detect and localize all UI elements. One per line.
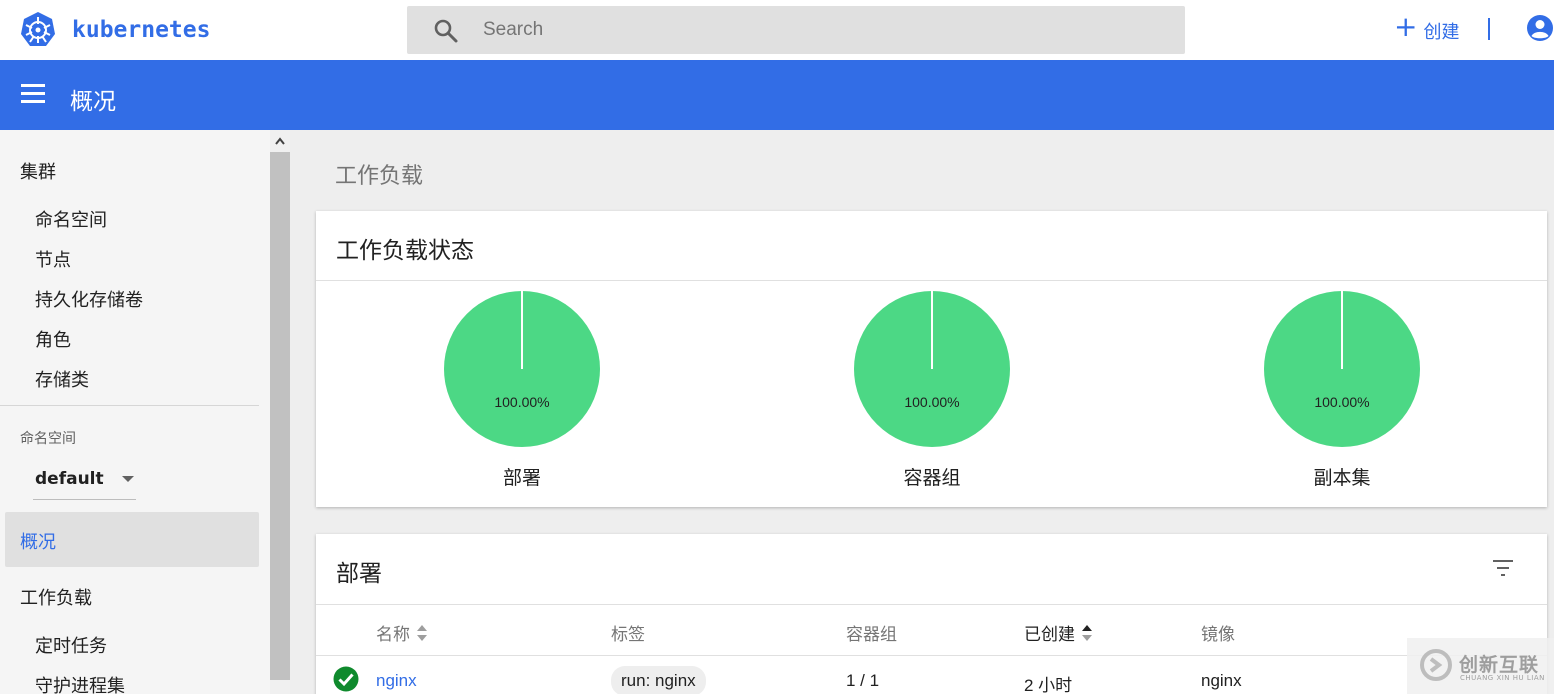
pie-chart-deployments[interactable]: 100.00% 部署 (442, 289, 602, 489)
search-input[interactable] (483, 6, 1163, 54)
pie-graphic (854, 291, 1010, 447)
column-header-pods: 容器组 (846, 625, 897, 645)
column-label: 已创建 (1024, 625, 1075, 645)
column-header-labels: 标签 (611, 625, 645, 645)
brand[interactable]: kubernetes (19, 11, 210, 49)
sidebar-item-label: 概况 (20, 532, 56, 553)
chevron-up-icon[interactable] (274, 136, 286, 146)
menu-icon[interactable] (21, 84, 45, 104)
sidebar-item-namespaces[interactable]: 命名空间 (35, 206, 107, 232)
sort-icon[interactable] (1081, 624, 1093, 642)
column-header-images: 镜像 (1201, 625, 1235, 645)
pie-chart-replicasets[interactable]: 100.00% 副本集 (1262, 289, 1422, 489)
search-icon (434, 19, 458, 43)
card-divider (316, 280, 1547, 281)
watermark-text: 创新互联 (1459, 654, 1540, 676)
label-chip: run: nginx (611, 666, 706, 694)
watermark: 创新互联 CHUANG XIN HU LIAN (1407, 638, 1554, 694)
page-header: 概况 (0, 60, 1554, 130)
workload-status-card: 工作负载状态 100.00% 部署 100.00% 容器组 100.00% 副本… (316, 211, 1547, 507)
deployments-card: 部署 名称 标签 容器组 已创建 镜像 nginx run: nginx 1 /… (316, 534, 1547, 694)
sidebar-section-workloads[interactable]: 工作负载 (20, 584, 92, 610)
account-icon[interactable] (1526, 14, 1554, 42)
pie-chart-pods[interactable]: 100.00% 容器组 (852, 289, 1012, 489)
section-title: 工作负载 (335, 164, 424, 189)
card-divider (316, 604, 1547, 605)
deployment-name-link[interactable]: nginx (376, 671, 417, 691)
create-label: 创建 (1423, 22, 1460, 43)
search-bar[interactable] (407, 6, 1185, 54)
sidebar-item-roles[interactable]: 角色 (35, 326, 71, 352)
top-bar: kubernetes + 创建 (0, 0, 1554, 60)
kubernetes-logo-icon (21, 12, 55, 46)
sidebar-item-nodes[interactable]: 节点 (35, 246, 71, 272)
sidebar-divider (0, 405, 259, 406)
pie-label: 部署 (502, 467, 541, 489)
pods-count: 1 / 1 (846, 671, 880, 690)
watermark-subtext: CHUANG XIN HU LIAN (1460, 674, 1545, 682)
sidebar-item-storage-classes[interactable]: 存储类 (35, 366, 89, 392)
pie-percent: 100.00% (494, 394, 550, 410)
sidebar-item-cronjobs[interactable]: 定时任务 (35, 632, 107, 658)
pie-percent: 100.00% (904, 394, 960, 410)
namespace-value: default (35, 469, 104, 489)
image-name: nginx (1201, 671, 1242, 690)
sidebar-scrollbar[interactable] (270, 130, 290, 694)
pie-label: 副本集 (1313, 467, 1371, 489)
filter-icon[interactable] (1491, 558, 1515, 578)
column-header-created[interactable]: 已创建 (1024, 620, 1093, 645)
sidebar-section-cluster[interactable]: 集群 (20, 158, 56, 184)
sidebar: 集群 命名空间 节点 持久化存储卷 角色 存储类 命名空间 default 概况… (0, 130, 270, 694)
card-title: 部署 (336, 561, 382, 587)
column-label: 名称 (376, 625, 410, 645)
sidebar-item-daemonsets[interactable]: 守护进程集 (35, 672, 125, 694)
pie-percent: 100.00% (1314, 394, 1370, 410)
namespace-label: 命名空间 (20, 431, 76, 447)
check-circle-icon (333, 666, 359, 692)
chevron-down-icon (122, 476, 134, 482)
namespace-select[interactable]: default (33, 460, 136, 500)
page-title: 概况 (70, 89, 116, 115)
sort-icon[interactable] (416, 624, 428, 642)
column-header-name[interactable]: 名称 (376, 620, 428, 645)
pie-graphic (1264, 291, 1420, 447)
card-title: 工作负载状态 (336, 238, 474, 264)
watermark-logo-icon (1420, 649, 1452, 681)
toolbar-divider (1488, 18, 1490, 40)
row-divider (316, 655, 1547, 656)
pie-graphic (444, 291, 600, 447)
pie-label: 容器组 (903, 467, 961, 489)
brand-name: kubernetes (72, 17, 211, 43)
sidebar-item-overview[interactable]: 概况 (5, 512, 259, 567)
created-age: 2 小时 (1024, 676, 1073, 694)
scrollbar-thumb[interactable] (270, 152, 290, 680)
sidebar-item-persistent-volumes[interactable]: 持久化存储卷 (35, 286, 143, 312)
plus-icon: + (1394, 10, 1418, 43)
create-button[interactable]: + 创建 (1394, 10, 1459, 44)
